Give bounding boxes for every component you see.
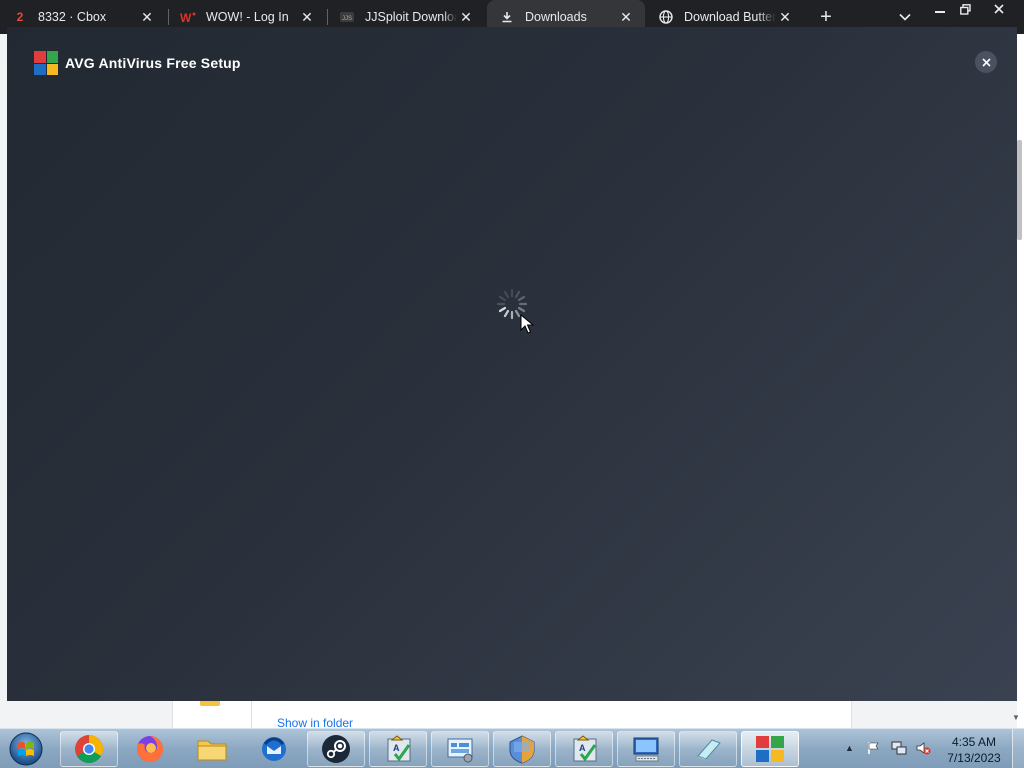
avg-logo-icon: [34, 51, 58, 75]
scroll-down-arrow-icon[interactable]: ▼: [1012, 713, 1020, 722]
volume-muted-icon[interactable]: [915, 740, 931, 756]
svg-text:A: A: [393, 743, 400, 753]
avg-setup-icon: [756, 736, 784, 762]
taskbar-windows-security-button[interactable]: [493, 731, 551, 767]
page-scrollbar-thumb[interactable]: [1017, 140, 1022, 240]
new-tab-button[interactable]: +: [815, 6, 837, 28]
cbox-favicon: 2: [16, 10, 24, 24]
globe-icon: [658, 9, 674, 25]
tab-close-icon[interactable]: ✕: [138, 8, 156, 26]
control-panel-icon: [447, 738, 473, 763]
taskbar-checklist-app-2-button[interactable]: A: [555, 731, 613, 767]
remote-desktop-icon: [633, 737, 659, 762]
tab-title: WOW! - Log In: [206, 10, 289, 24]
windows-security-icon: [509, 735, 535, 764]
taskbar-thunderbird-button[interactable]: [245, 731, 303, 767]
close-icon: [994, 4, 1004, 14]
file-explorer-icon: [197, 740, 227, 761]
card-divider: [251, 700, 252, 728]
windows-start-orb-icon: [9, 732, 43, 766]
taskbar-control-panel-button[interactable]: [431, 731, 489, 767]
window-close-button[interactable]: [985, 0, 1013, 18]
tab-title: Download Butterfly: [684, 10, 776, 24]
restore-icon: [959, 3, 971, 15]
tab-search-button[interactable]: [895, 8, 915, 26]
system-clock[interactable]: 4:35 AM 7/13/2023: [940, 734, 1008, 766]
chevron-down-icon: [899, 13, 911, 21]
taskbar-firefox-button[interactable]: [121, 731, 179, 767]
tab-title: JJSploit Download: [365, 10, 457, 24]
download-icon: [499, 9, 515, 25]
network-icon[interactable]: [891, 740, 907, 756]
show-desktop-button[interactable]: [1012, 729, 1024, 768]
taskbar-chrome-button[interactable]: [60, 731, 118, 767]
minimize-icon: [935, 11, 945, 13]
tab-title: Downloads: [525, 10, 587, 24]
checklist-app-icon: A: [387, 735, 411, 762]
download-item-card: [172, 700, 852, 728]
wow-favicon: W: [180, 9, 196, 25]
action-center-flag-icon[interactable]: [866, 740, 882, 756]
notepad-icon: [697, 739, 721, 761]
clock-time: 4:35 AM: [951, 735, 997, 749]
clock-date: 7/13/2023: [947, 751, 1001, 765]
page-scrollbar-track[interactable]: [1017, 34, 1024, 728]
steam-icon: [322, 735, 350, 763]
tab-close-icon[interactable]: ✕: [776, 8, 794, 26]
windows-taskbar: A A ▲ 4:35 AM 7/13/2023: [0, 728, 1024, 768]
taskbar-file-explorer-button[interactable]: [183, 731, 241, 767]
start-button[interactable]: [6, 730, 46, 768]
minimize-button[interactable]: [927, 0, 953, 18]
show-hidden-icons-icon[interactable]: ▲: [845, 743, 854, 753]
chrome-icon: [75, 735, 103, 763]
thunderbird-icon: [262, 737, 286, 761]
close-icon: [981, 57, 991, 67]
taskbar-notepad-button[interactable]: [679, 731, 737, 767]
mouse-cursor-icon: [520, 314, 534, 334]
taskbar-remote-desktop-button[interactable]: [617, 731, 675, 767]
taskbar-steam-button[interactable]: [307, 731, 365, 767]
dialog-close-button[interactable]: [975, 51, 997, 73]
svg-text:W: W: [180, 11, 192, 23]
firefox-icon: [137, 736, 163, 762]
svg-text:JJS: JJS: [342, 16, 352, 22]
tab-close-icon[interactable]: ✕: [457, 8, 475, 26]
dialog-title: AVG AntiVirus Free Setup: [65, 55, 241, 71]
jjsploit-favicon: JJS: [339, 9, 355, 25]
svg-text:A: A: [579, 743, 586, 753]
avg-setup-dialog: AVG AntiVirus Free Setup: [7, 27, 1017, 701]
taskbar-avg-setup-button[interactable]: [741, 731, 799, 767]
taskbar-checklist-app-button[interactable]: A: [369, 731, 427, 767]
tab-close-icon[interactable]: ✕: [617, 8, 635, 26]
tab-close-icon[interactable]: ✕: [298, 8, 316, 26]
checklist-app-icon-2: A: [573, 735, 597, 762]
tab-title: 8332 · Cbox: [38, 10, 107, 24]
restore-button[interactable]: [952, 0, 978, 18]
